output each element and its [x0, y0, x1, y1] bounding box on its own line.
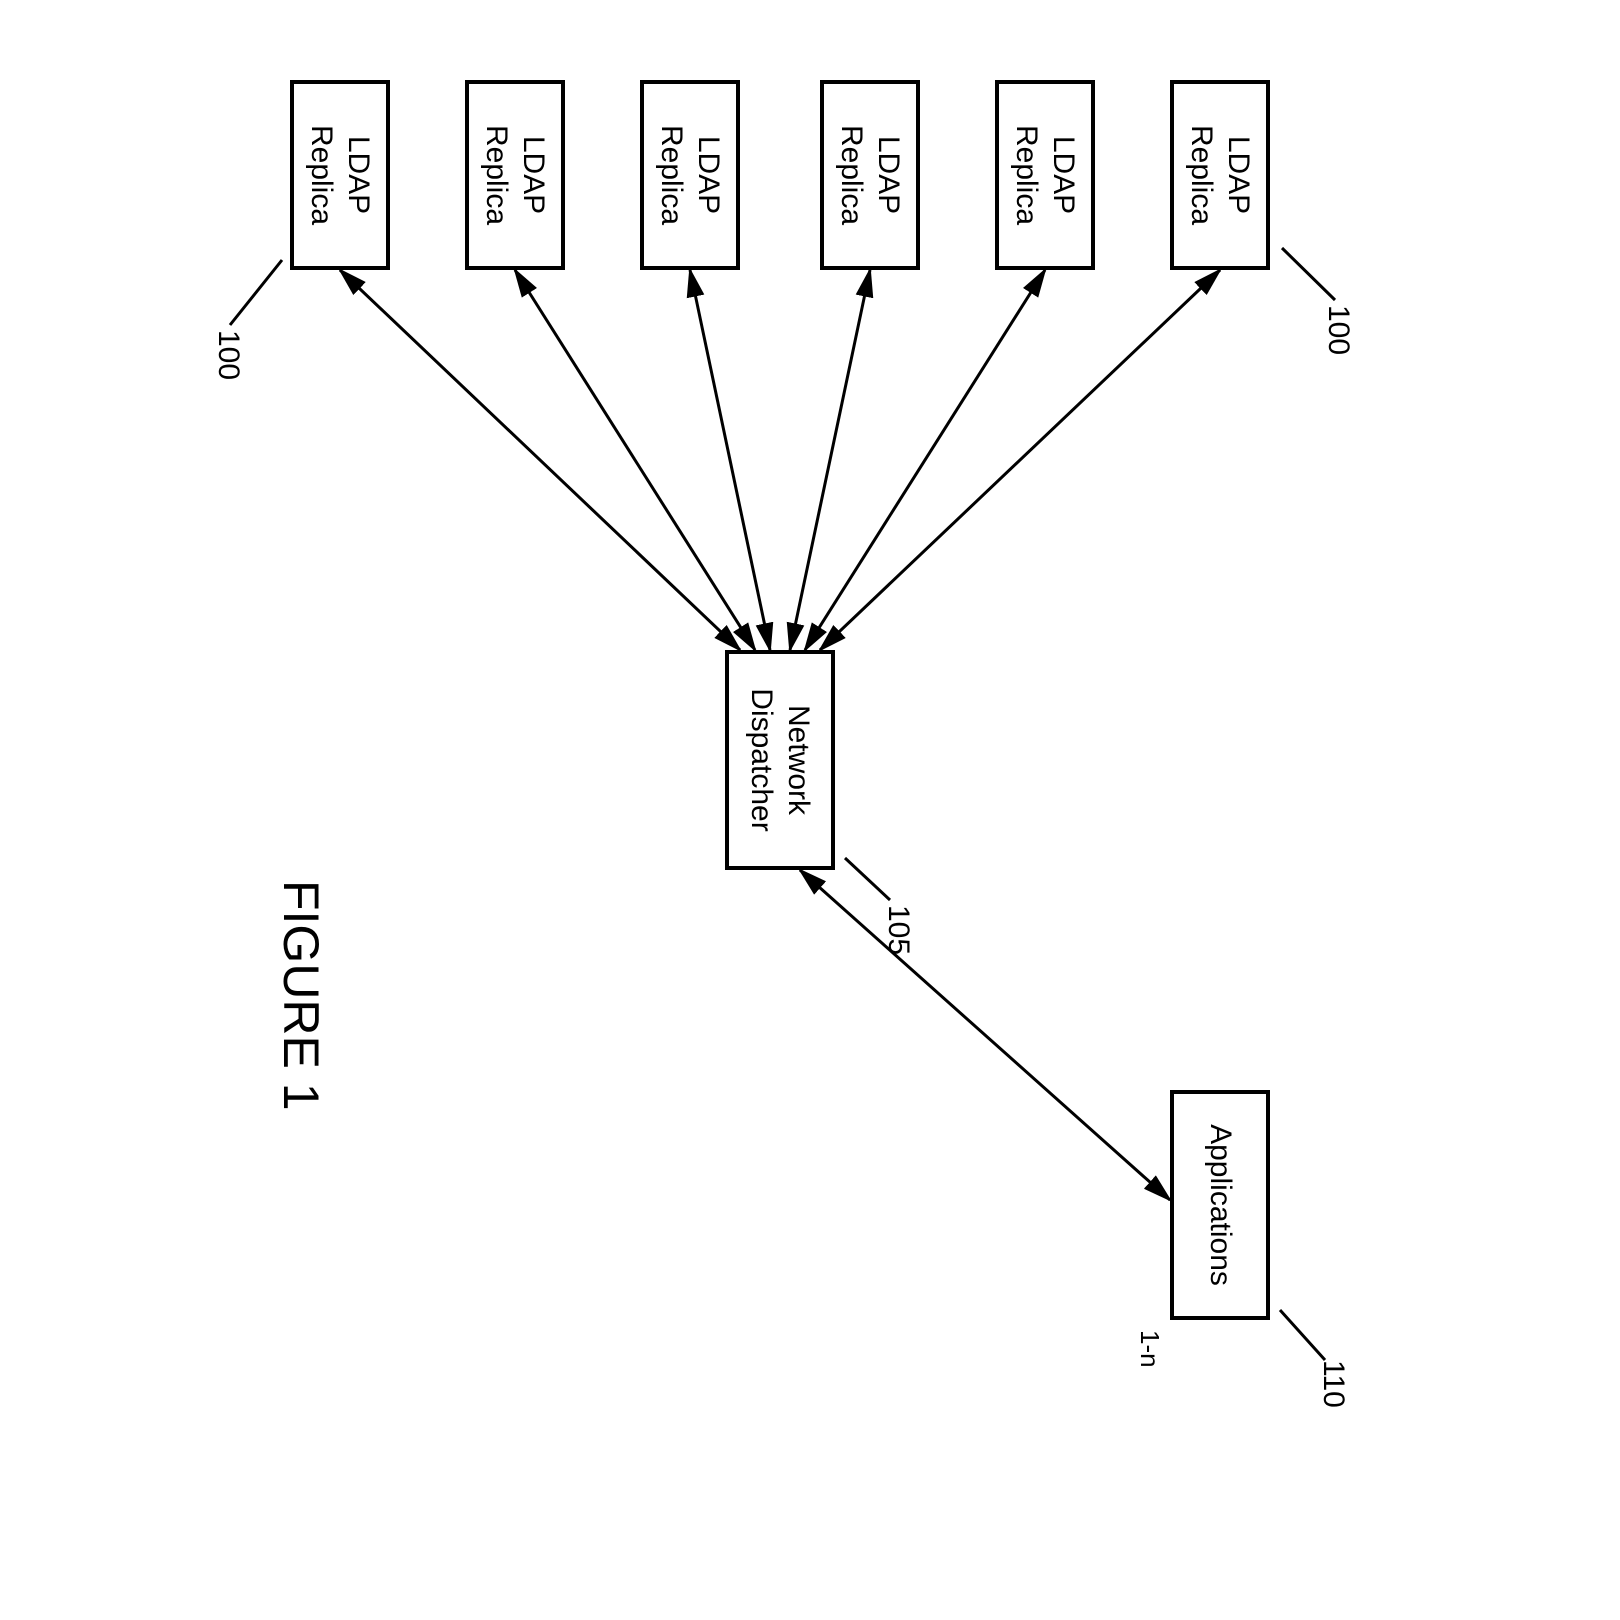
- ldap-label-line2: Replica: [653, 125, 691, 225]
- ldap-label-line1: LDAP: [690, 136, 728, 214]
- ldap-label-line2: Replica: [1183, 125, 1221, 225]
- ldap-label-line2: Replica: [833, 125, 871, 225]
- ldap-label-line1: LDAP: [870, 136, 908, 214]
- callout-dispatcher: 105: [881, 905, 915, 955]
- applications-count-note: 1-n: [1134, 1330, 1165, 1368]
- callout-ldap-top: 100: [1321, 305, 1355, 355]
- ldap-label-line2: Replica: [1008, 125, 1046, 225]
- applications-box: Applications: [1170, 1090, 1270, 1320]
- callout-ldap-bottom: 100: [211, 330, 245, 380]
- ldap-label-line1: LDAP: [340, 136, 378, 214]
- applications-label: Applications: [1201, 1124, 1239, 1286]
- ldap-replica-box: LDAP Replica: [820, 80, 920, 270]
- ldap-label-line2: Replica: [303, 125, 341, 225]
- ldap-label-line1: LDAP: [515, 136, 553, 214]
- diagram-canvas: LDAP Replica LDAP Replica LDAP Replica L…: [0, 0, 1390, 1620]
- ldap-replica-box: LDAP Replica: [465, 80, 565, 270]
- ldap-replica-box: LDAP Replica: [640, 80, 740, 270]
- network-dispatcher-box: Network Dispatcher: [725, 650, 835, 870]
- dispatcher-label-line1: Network: [780, 705, 818, 815]
- callout-applications: 110: [1316, 1360, 1350, 1408]
- ldap-label-line1: LDAP: [1220, 136, 1258, 214]
- ldap-replica-box: LDAP Replica: [995, 80, 1095, 270]
- ldap-replica-box: LDAP Replica: [290, 80, 390, 270]
- ldap-label-line2: Replica: [478, 125, 516, 225]
- ldap-replica-box: LDAP Replica: [1170, 80, 1270, 270]
- figure-title: FIGURE 1: [272, 880, 330, 1111]
- dispatcher-label-line2: Dispatcher: [743, 688, 781, 831]
- ldap-label-line1: LDAP: [1045, 136, 1083, 214]
